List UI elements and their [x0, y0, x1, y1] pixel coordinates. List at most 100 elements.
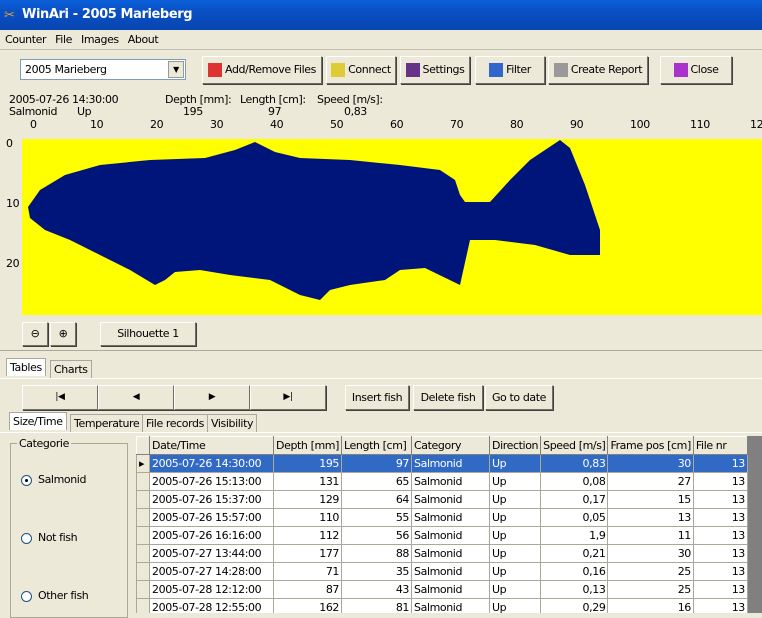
table-cell[interactable]: Up [489, 562, 542, 581]
table-cell[interactable]: 2005-07-26 16:16:00 [149, 526, 274, 545]
column-header[interactable]: Frame pos [cm] [607, 436, 694, 455]
table-cell[interactable]: 13 [692, 472, 748, 491]
table-cell[interactable]: 2005-07-27 14:28:00 [149, 562, 274, 581]
table-cell[interactable]: 0,83 [540, 454, 609, 473]
settings-button[interactable]: Settings [400, 56, 470, 84]
insert-fish-button[interactable]: Insert fish [345, 385, 409, 410]
row-indicator[interactable] [136, 508, 150, 527]
row-indicator[interactable] [136, 544, 150, 563]
table-cell[interactable]: 177 [272, 544, 343, 563]
tab-tables[interactable]: Tables [6, 358, 46, 376]
row-indicator[interactable] [136, 580, 150, 599]
table-cell[interactable]: 87 [272, 580, 343, 599]
table-cell[interactable]: 1,9 [540, 526, 609, 545]
column-header[interactable]: Speed [m/s] [540, 436, 609, 455]
table-row[interactable]: 2005-07-27 14:28:00 71 35 Salmonid Up 0,16 25 1… [136, 562, 748, 581]
table-cell[interactable]: 2005-07-26 15:37:00 [149, 490, 274, 509]
column-header[interactable]: Direction [489, 436, 542, 455]
tab-file-records[interactable]: File records [142, 414, 208, 432]
table-cell[interactable]: 162 [272, 598, 343, 613]
table-cell[interactable]: Salmonid [411, 598, 491, 613]
table-cell[interactable]: 0,17 [540, 490, 609, 509]
table-cell[interactable]: 0,08 [540, 472, 609, 491]
table-cell[interactable]: 43 [341, 580, 413, 599]
table-cell[interactable]: Up [489, 526, 542, 545]
tab-size-time[interactable]: Size/Time [9, 412, 67, 430]
table-cell[interactable]: 13 [692, 490, 748, 509]
table-row[interactable]: 2005-07-28 12:55:00 162 81 Salmonid Up 0,29 16… [136, 598, 748, 613]
chevron-down-icon[interactable]: ▼ [168, 61, 184, 78]
table-row[interactable]: ▸ 2005-07-26 14:30:00 195 97 Salmonid Up 0,83 3… [136, 454, 748, 473]
table-cell[interactable]: 30 [607, 544, 694, 563]
zoom-in-button[interactable]: ⊕ [50, 322, 76, 346]
table-cell[interactable]: 30 [607, 454, 694, 473]
column-header[interactable]: Category [411, 436, 491, 455]
table-cell[interactable]: 2005-07-27 13:44:00 [149, 544, 274, 563]
table-cell[interactable]: 71 [272, 562, 343, 581]
table-cell[interactable]: Salmonid [411, 490, 491, 509]
radio-not-fish[interactable]: Not fish [21, 531, 78, 544]
table-cell[interactable]: Salmonid [411, 526, 491, 545]
silhouette-canvas[interactable] [22, 139, 762, 315]
table-cell[interactable]: Salmonid [411, 562, 491, 581]
table-cell[interactable]: 55 [341, 508, 413, 527]
table-row[interactable]: 2005-07-28 12:12:00 87 43 Salmonid Up 0,13 25 1… [136, 580, 748, 599]
tab-charts[interactable]: Charts [50, 360, 92, 378]
table-cell[interactable]: 81 [341, 598, 413, 613]
table-cell[interactable]: 2005-07-28 12:55:00 [149, 598, 274, 613]
add-remove-files-button[interactable]: Add/Remove Files [202, 56, 322, 84]
table-cell[interactable]: 13 [692, 526, 748, 545]
filter-button[interactable]: Filter [475, 56, 545, 84]
row-pointer-icon[interactable]: ▸ [136, 454, 150, 473]
tab-visibility[interactable]: Visibility [207, 414, 258, 432]
close-button[interactable]: Close [660, 56, 732, 84]
table-cell[interactable]: 13 [692, 544, 748, 563]
table-cell[interactable]: Salmonid [411, 508, 491, 527]
table-cell[interactable]: 64 [341, 490, 413, 509]
menu-images[interactable]: Images [76, 30, 123, 46]
table-cell[interactable]: Up [489, 490, 542, 509]
table-cell[interactable]: Salmonid [411, 454, 491, 473]
table-cell[interactable]: 27 [607, 472, 694, 491]
radio-salmonid[interactable]: Salmonid [21, 473, 86, 486]
table-cell[interactable]: 2005-07-28 12:12:00 [149, 580, 274, 599]
table-cell[interactable]: 88 [341, 544, 413, 563]
table-cell[interactable]: 25 [607, 562, 694, 581]
table-cell[interactable]: 112 [272, 526, 343, 545]
table-cell[interactable]: 0,21 [540, 544, 609, 563]
table-cell[interactable]: 65 [341, 472, 413, 491]
table-cell[interactable]: 35 [341, 562, 413, 581]
table-cell[interactable]: 2005-07-26 14:30:00 [149, 454, 274, 473]
table-cell[interactable]: Up [489, 472, 542, 491]
table-cell[interactable]: 13 [692, 580, 748, 599]
table-row[interactable]: 2005-07-27 13:44:00 177 88 Salmonid Up 0,21 30… [136, 544, 748, 563]
prev-record-button[interactable]: ◀ [98, 385, 174, 410]
tab-temperature[interactable]: Temperature [70, 414, 144, 432]
table-cell[interactable]: 2005-07-26 15:57:00 [149, 508, 274, 527]
table-cell[interactable]: 16 [607, 598, 694, 613]
table-cell[interactable]: 13 [692, 454, 748, 473]
project-select[interactable]: 2005 Marieberg ▼ [20, 59, 186, 80]
table-cell[interactable]: 97 [341, 454, 413, 473]
table-row[interactable]: 2005-07-26 15:13:00 131 65 Salmonid Up 0,08 27… [136, 472, 748, 491]
row-indicator[interactable] [136, 562, 150, 581]
next-record-button[interactable]: ▶ [174, 385, 250, 410]
zoom-out-button[interactable]: ⊖ [22, 322, 48, 346]
column-header[interactable]: File nr [692, 436, 748, 455]
connect-button[interactable]: Connect [326, 56, 396, 84]
row-indicator[interactable] [136, 472, 150, 491]
table-cell[interactable]: 195 [272, 454, 343, 473]
first-record-button[interactable]: |◀ [22, 385, 98, 410]
table-row[interactable]: 2005-07-26 16:16:00 112 56 Salmonid Up 1,9 11 1… [136, 526, 748, 545]
column-header[interactable]: Date/Time [149, 436, 274, 455]
table-cell[interactable]: 0,05 [540, 508, 609, 527]
column-header[interactable]: Depth [mm] [272, 436, 343, 455]
delete-fish-button[interactable]: Delete fish [413, 385, 483, 410]
table-cell[interactable]: Salmonid [411, 544, 491, 563]
table-cell[interactable]: 2005-07-26 15:13:00 [149, 472, 274, 491]
create-report-button[interactable]: Create Report [548, 56, 648, 84]
radio-other-fish[interactable]: Other fish [21, 589, 89, 602]
table-cell[interactable]: Up [489, 580, 542, 599]
table-cell[interactable]: Up [489, 508, 542, 527]
table-cell[interactable]: Salmonid [411, 580, 491, 599]
